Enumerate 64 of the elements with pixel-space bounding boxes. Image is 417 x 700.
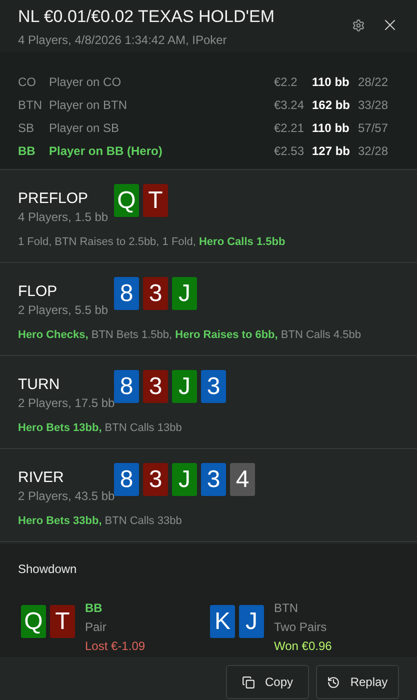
- playing-card: 4: [230, 463, 255, 496]
- playing-card: J: [172, 277, 197, 310]
- street-name: RIVER: [18, 469, 65, 487]
- showdown-position: BTN: [274, 600, 299, 617]
- player-stats: 32/28: [358, 143, 390, 160]
- player-position: SB: [18, 120, 36, 137]
- street-pot: 2 Players, 5.5 bb: [18, 302, 110, 319]
- settings-button[interactable]: [352, 18, 365, 32]
- hand-result: Won €0.96: [274, 638, 332, 655]
- hand-rank: Two Pairs: [274, 619, 328, 636]
- playing-card: 3: [201, 370, 226, 403]
- playing-card: T: [143, 184, 168, 217]
- playing-card: 3: [143, 463, 168, 496]
- street-actions: 1 Fold, BTN Raises to 2.5bb, 1 Fold, Hero Calls 1.5bb: [18, 235, 286, 250]
- street-name: FLOP: [18, 283, 58, 301]
- street-actions: Hero Bets 33bb, BTN Calls 33bb: [18, 514, 183, 529]
- playing-card: 8: [114, 277, 139, 310]
- hand-rank: Pair: [85, 619, 108, 636]
- street-pot: 4 Players, 1.5 bb: [18, 209, 110, 226]
- player-stats: 28/22: [358, 74, 390, 91]
- player-stack-bb: 127 bb: [312, 143, 352, 160]
- playing-card: Q: [114, 184, 139, 217]
- hand-info: 4 Players, 4/8/2026 1:34:42 AM, IPoker: [18, 32, 228, 49]
- street-pot: 2 Players, 17.5 bb: [18, 395, 114, 412]
- player-stack: €2.21: [274, 120, 306, 137]
- player-name: Player on BB (Hero): [49, 143, 164, 160]
- playing-card: 3: [143, 277, 168, 310]
- playing-card: J: [172, 463, 197, 496]
- playing-card: Q: [21, 605, 46, 638]
- player-position: BTN: [18, 97, 43, 114]
- replay-button[interactable]: Replay: [316, 665, 399, 699]
- player-stack-bb: 162 bb: [312, 97, 352, 114]
- player-stats: 33/28: [358, 97, 390, 114]
- player-stack: €2.53: [274, 143, 306, 160]
- player-position: CO: [18, 74, 37, 91]
- playing-card: 3: [143, 370, 168, 403]
- player-stack: €3.24: [274, 97, 306, 114]
- street-pot: 2 Players, 43.5 bb: [18, 488, 114, 505]
- street-actions: Hero Checks, BTN Bets 1.5bb, Hero Raises to 6bb, BTN Calls 4.5bb: [18, 328, 362, 343]
- street-name: TURN: [18, 376, 61, 394]
- player-stack-bb: 110 bb: [312, 120, 350, 137]
- playing-card: T: [50, 605, 75, 638]
- street-name: PREFLOP: [18, 190, 90, 208]
- playing-card: 8: [114, 370, 139, 403]
- player-name: Player on CO: [49, 74, 122, 91]
- playing-card: J: [239, 605, 264, 638]
- copy-button[interactable]: Copy: [226, 665, 309, 699]
- window-title: NL €0.01/€0.02 TEXAS HOLD'EM: [18, 6, 274, 28]
- player-position: BB: [18, 143, 36, 160]
- playing-card: K: [210, 605, 235, 638]
- playing-card: 3: [201, 463, 226, 496]
- player-stack: €2.2: [274, 74, 298, 91]
- showdown-position: BB: [85, 600, 104, 617]
- player-name: Player on SB: [49, 120, 120, 137]
- showdown-title: Showdown: [18, 561, 78, 578]
- hand-result: Lost €-1.09: [85, 638, 146, 655]
- playing-card: 8: [114, 463, 139, 496]
- player-name: Player on BTN: [49, 97, 128, 114]
- player-stats: 57/57: [358, 120, 390, 137]
- player-stack-bb: 110 bb: [312, 74, 350, 91]
- playing-card: J: [172, 370, 197, 403]
- replay-icon: [327, 676, 340, 688]
- copy-icon: [242, 676, 255, 688]
- street-actions: Hero Bets 13bb, BTN Calls 13bb: [18, 421, 183, 436]
